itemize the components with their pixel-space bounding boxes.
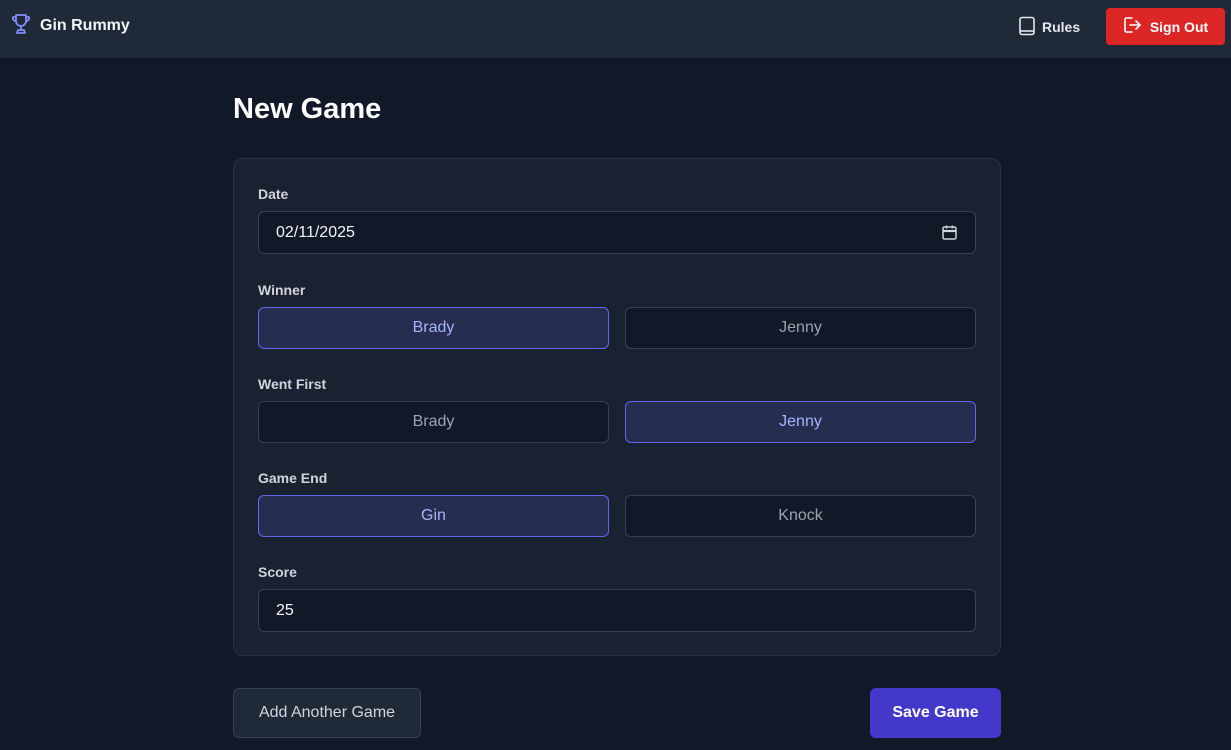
winner-label: Winner [258, 282, 306, 298]
game-end-label: Game End [258, 470, 328, 486]
date-value: 02/11/2025 [276, 223, 355, 241]
rules-link[interactable]: Rules [1018, 15, 1080, 39]
rules-label: Rules [1042, 19, 1081, 35]
score-input[interactable]: 25 [258, 589, 976, 632]
book-icon [1018, 16, 1036, 39]
game-end-option-knock[interactable]: Knock [625, 495, 976, 537]
page-title: New Game [233, 93, 382, 125]
brand-name: Gin Rummy [40, 17, 130, 34]
save-game-button[interactable]: Save Game [870, 688, 1001, 738]
winner-option-jenny[interactable]: Jenny [625, 307, 976, 349]
date-input[interactable]: 02/11/2025 [258, 211, 976, 254]
score-label: Score [258, 564, 297, 580]
add-another-game-button[interactable]: Add Another Game [233, 688, 421, 738]
winner-option-brady[interactable]: Brady [258, 307, 609, 349]
date-label: Date [258, 186, 289, 202]
sign-out-icon [1123, 16, 1142, 37]
score-value: 25 [276, 601, 294, 619]
sign-out-label: Sign Out [1149, 18, 1209, 35]
calendar-icon[interactable] [942, 225, 957, 245]
top-navbar: Gin Rummy Rules Sign Out [0, 0, 1231, 58]
game-end-option-gin[interactable]: Gin [258, 495, 609, 537]
went-first-option-brady[interactable]: Brady [258, 401, 609, 443]
went-first-option-jenny[interactable]: Jenny [625, 401, 976, 443]
went-first-label: Went First [258, 376, 327, 392]
new-game-form: Date 02/11/2025 Winner Brady Jenny Went … [233, 158, 1001, 656]
trophy-icon [10, 12, 32, 41]
brand[interactable]: Gin Rummy [10, 13, 130, 39]
sign-out-button[interactable]: Sign Out [1106, 8, 1225, 45]
